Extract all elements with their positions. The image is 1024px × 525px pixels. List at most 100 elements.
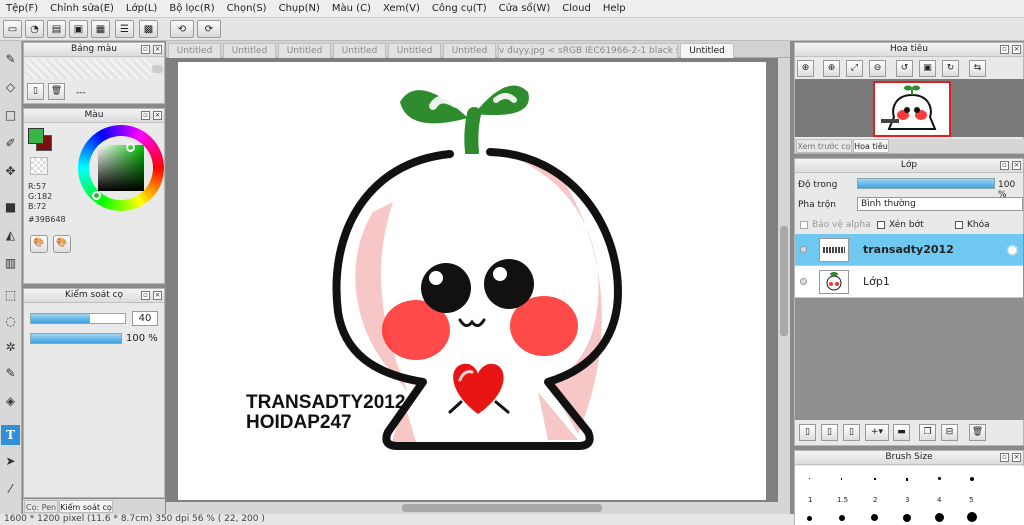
brush-opacity-slider[interactable] bbox=[30, 333, 122, 344]
tab-brush-preview[interactable]: Xem trước cọ bbox=[796, 139, 852, 153]
grid-button[interactable]: ▩ bbox=[139, 20, 158, 38]
drawing-canvas[interactable]: TRANSADTY2012 HOIDAP247 bbox=[178, 62, 766, 500]
zoom-in-alt-button[interactable]: ⊕ bbox=[823, 60, 840, 77]
transparent-color-swatch[interactable] bbox=[30, 157, 48, 175]
saturation-value-square[interactable] bbox=[98, 145, 144, 191]
eyedropper-tool[interactable]: ⁄ bbox=[1, 479, 20, 499]
layout-button[interactable]: ▦ bbox=[91, 20, 110, 38]
text-tool[interactable]: T bbox=[1, 425, 20, 445]
menu-window[interactable]: Cửa sổ(W) bbox=[493, 3, 557, 14]
redo-button[interactable]: ⟳ bbox=[197, 20, 221, 38]
settings-panel-button[interactable]: ☰ bbox=[115, 20, 134, 38]
hue-ring[interactable] bbox=[78, 125, 164, 211]
menu-file[interactable]: Tệp(F) bbox=[0, 3, 44, 14]
zoom-in-button[interactable]: ⊕ bbox=[797, 60, 814, 77]
panel-close-icon[interactable]: × bbox=[1012, 45, 1021, 54]
menu-tools[interactable]: Công cụ(T) bbox=[426, 3, 493, 14]
tab-document[interactable]: Untitled bbox=[333, 43, 386, 58]
color-mixer-button[interactable]: 🎨 bbox=[30, 235, 48, 253]
rotate-right-button[interactable]: ↻ bbox=[942, 60, 959, 77]
foreground-color-swatch[interactable] bbox=[28, 128, 44, 144]
menu-select[interactable]: Chọn(S) bbox=[221, 3, 273, 14]
swatch-scroll[interactable] bbox=[152, 65, 163, 73]
panel-button[interactable]: ▣ bbox=[69, 20, 88, 38]
color-history-button[interactable]: 🎨 bbox=[53, 235, 71, 253]
swatch-area[interactable] bbox=[26, 59, 151, 79]
pen-tool[interactable]: ✎ bbox=[1, 49, 20, 69]
tab-document[interactable]: Untitled bbox=[168, 43, 221, 58]
tab-brush-pen[interactable]: Cọ: Pen bbox=[24, 500, 58, 513]
menu-help[interactable]: Help bbox=[597, 3, 632, 14]
menu-layer[interactable]: Lớp(L) bbox=[120, 3, 163, 14]
tab-navigator[interactable]: Hoa tiêu bbox=[853, 139, 889, 153]
brush-size-option[interactable]: 4 bbox=[937, 496, 941, 504]
layer-visibility-icon[interactable] bbox=[800, 278, 807, 285]
select-rect-tool[interactable]: ⬚ bbox=[1, 285, 20, 305]
color-picker-handle[interactable] bbox=[126, 143, 135, 152]
blend-mode-select[interactable]: Bình thường bbox=[857, 197, 1023, 211]
lasso-tool[interactable]: ◌ bbox=[1, 311, 20, 331]
eraser-tool[interactable]: ◇ bbox=[1, 77, 20, 97]
new-vector-layer-button[interactable]: ▯ bbox=[821, 424, 838, 441]
brush-size-option[interactable]: 1.5 bbox=[837, 496, 848, 504]
duplicate-layer-button[interactable]: ❐ bbox=[919, 424, 936, 441]
new-folder-button[interactable]: ▬ bbox=[893, 424, 910, 441]
operation-tool[interactable]: ➤ bbox=[1, 451, 20, 471]
panel-close-icon[interactable]: × bbox=[1012, 453, 1021, 462]
panel-detach-icon[interactable]: ▫ bbox=[141, 111, 150, 120]
delete-swatch-button[interactable]: 🗑 bbox=[48, 83, 65, 100]
panel-close-icon[interactable]: × bbox=[153, 291, 162, 300]
vertical-scroll-thumb[interactable] bbox=[780, 226, 788, 336]
tab-document[interactable]: Untitled bbox=[443, 43, 496, 58]
new-file-button[interactable]: ▭ bbox=[3, 20, 22, 38]
hue-handle[interactable] bbox=[92, 191, 101, 200]
undo-button[interactable]: ⟲ bbox=[170, 20, 194, 38]
panel-close-icon[interactable]: × bbox=[153, 111, 162, 120]
fill-rect-tool[interactable]: ■ bbox=[1, 197, 20, 217]
panel-detach-icon[interactable]: ▫ bbox=[1000, 161, 1009, 170]
flip-button[interactable]: ⇆ bbox=[969, 60, 986, 77]
menu-cloud[interactable]: Cloud bbox=[556, 3, 597, 14]
menu-view[interactable]: Xem(V) bbox=[377, 3, 426, 14]
navigator-thumbnail[interactable] bbox=[873, 81, 951, 137]
panel-detach-icon[interactable]: ▫ bbox=[1000, 453, 1009, 462]
protect-alpha-checkbox[interactable]: Bảo vệ alpha bbox=[800, 220, 871, 230]
brush-size-option[interactable]: 1 bbox=[808, 496, 812, 504]
layer-row[interactable]: Lớp1 bbox=[795, 266, 1023, 298]
horizontal-scroll-thumb[interactable] bbox=[402, 504, 602, 512]
move-tool[interactable]: ✥ bbox=[1, 161, 20, 181]
brush-size-option[interactable]: 2 bbox=[873, 496, 877, 504]
rect-tool[interactable]: □ bbox=[1, 105, 20, 125]
select-pen-tool[interactable]: ✎ bbox=[1, 363, 20, 383]
new-swatch-button[interactable]: ▯ bbox=[27, 83, 44, 100]
gradient-tool[interactable]: ▥ bbox=[1, 253, 20, 273]
reset-view-button[interactable]: ▣ bbox=[919, 60, 936, 77]
panel-detach-icon[interactable]: ▫ bbox=[141, 291, 150, 300]
brush-tool[interactable]: ✐ bbox=[1, 133, 20, 153]
panel-close-icon[interactable]: × bbox=[153, 45, 162, 54]
merge-layer-button[interactable]: ⊟ bbox=[941, 424, 958, 441]
chat-button[interactable]: ◔ bbox=[25, 20, 44, 38]
brush-size-value[interactable]: 40 bbox=[132, 311, 158, 326]
layer-visibility-icon[interactable] bbox=[800, 246, 807, 253]
tab-document[interactable]: Untitled bbox=[278, 43, 331, 58]
canvas-vertical-scrollbar[interactable] bbox=[778, 58, 790, 514]
brush-size-slider[interactable] bbox=[30, 313, 126, 324]
zoom-out-button[interactable]: ⊖ bbox=[869, 60, 886, 77]
panel-close-icon[interactable]: × bbox=[1012, 161, 1021, 170]
tab-document-image[interactable]: v đuyy.jpg < sRGB IEC61966-2-1 black sca… bbox=[498, 43, 678, 58]
menu-color[interactable]: Màu (C) bbox=[326, 3, 377, 14]
clipping-checkbox[interactable]: Xén bớt bbox=[877, 220, 924, 230]
layer-opacity-slider[interactable] bbox=[857, 178, 995, 189]
brush-size-option[interactable]: 5 bbox=[969, 496, 973, 504]
select-eraser-tool[interactable]: ◈ bbox=[1, 391, 20, 411]
tab-brush-control[interactable]: Kiểm soát cọ bbox=[59, 500, 113, 513]
menu-filter[interactable]: Bộ lọc(R) bbox=[163, 3, 220, 14]
panel-detach-icon[interactable]: ▫ bbox=[1000, 45, 1009, 54]
magic-wand-tool[interactable]: ✲ bbox=[1, 337, 20, 357]
lock-checkbox[interactable]: Khóa bbox=[955, 220, 990, 230]
comment-button[interactable]: ▤ bbox=[47, 20, 66, 38]
bucket-tool[interactable]: ◭ bbox=[1, 225, 20, 245]
tab-document-active[interactable]: Untitled bbox=[680, 43, 734, 58]
delete-layer-button[interactable]: 🗑 bbox=[969, 424, 986, 441]
